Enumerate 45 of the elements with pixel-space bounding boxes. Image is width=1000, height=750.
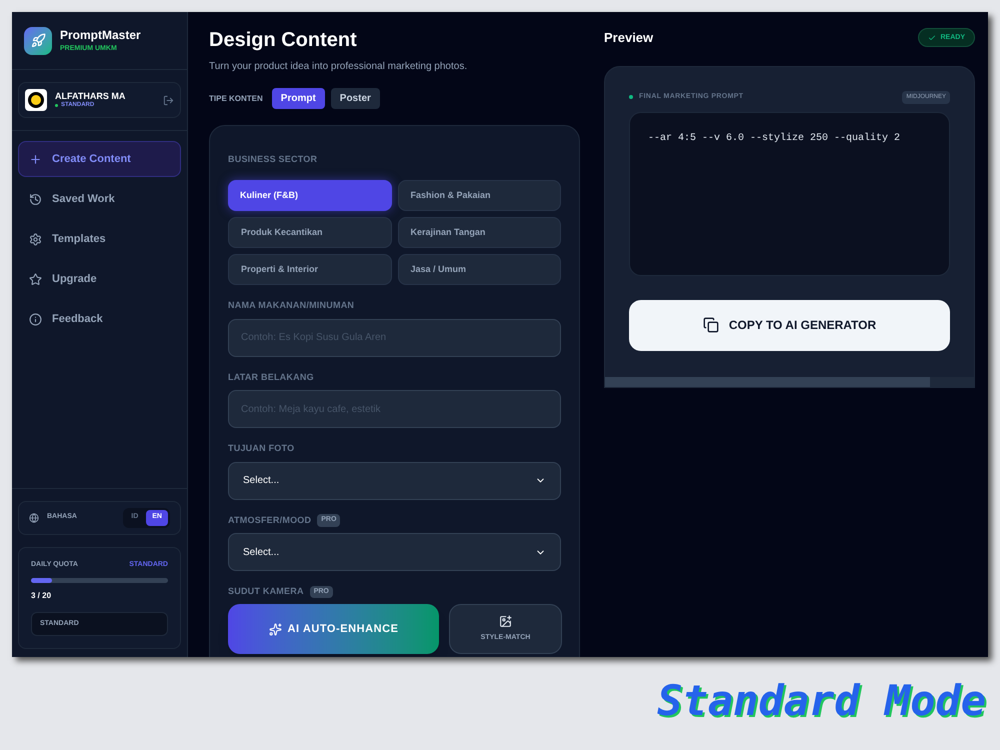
sector-option[interactable]: Properti & Interior	[228, 254, 392, 285]
auto-enhance-button[interactable]: AI AUTO-ENHANCE	[228, 604, 439, 654]
scrollbar[interactable]	[605, 376, 974, 386]
page-subtitle: Turn your product idea into professional marketing photos.	[209, 60, 468, 74]
field-label: NAMA MAKANAN/MINUMAN	[228, 299, 354, 312]
content-type-tab[interactable]: Poster	[330, 88, 380, 109]
sparkle-icon	[268, 622, 282, 636]
info-icon	[29, 312, 42, 326]
prompt-text: --ar 4:5 --v 6.0 --stylize 250 --quality 2	[648, 132, 902, 146]
preview-title: Preview	[604, 29, 654, 47]
select-field[interactable]: Select...	[228, 462, 561, 500]
caption: Standard Mode	[657, 675, 986, 727]
content-type-label: TIPE KONTEN	[209, 92, 263, 104]
history-icon	[29, 192, 42, 206]
star-icon	[29, 272, 42, 286]
nav-item[interactable]: Saved Work	[18, 181, 181, 217]
nav-item[interactable]: Feedback	[18, 301, 181, 337]
quota-count: 3 / 20	[31, 590, 52, 602]
plus-icon	[29, 152, 42, 166]
avatar-icon	[25, 89, 47, 111]
copy-button[interactable]: COPY TO AI GENERATOR	[629, 300, 950, 350]
logout-icon[interactable]	[163, 94, 174, 106]
nav-item[interactable]: Create Content	[18, 141, 181, 177]
rocket-logo-icon	[24, 26, 52, 54]
settings-icon	[29, 232, 42, 246]
app-name: PromptMaster	[60, 28, 141, 43]
image-icon	[499, 614, 512, 628]
sector-label: BUSINESS SECTOR	[228, 154, 318, 164]
page-title: Design Content	[209, 28, 358, 53]
user-name: ALFATHARS MA	[55, 90, 126, 102]
sector-option[interactable]: Jasa / Umum	[398, 254, 561, 285]
select-field[interactable]: Select...	[228, 533, 561, 571]
field-label: LATAR BELAKANG	[228, 370, 314, 384]
field-label: TUJUAN FOTO	[228, 442, 294, 455]
sector-option[interactable]: Produk Kecantikan	[228, 217, 392, 248]
sector-option[interactable]: Kuliner (F&B)	[228, 180, 392, 211]
copy-icon	[702, 317, 719, 333]
field-label: SUDUT KAMERA	[228, 585, 304, 598]
sector-option[interactable]: Fashion & Pakaian	[398, 180, 561, 211]
field-label: ATMOSFER/MOOD	[228, 514, 312, 526]
sector-option[interactable]: Kerajinan Tangan	[398, 217, 561, 248]
globe-icon	[29, 512, 39, 522]
nav-item[interactable]: Templates	[18, 221, 181, 257]
content-type-tab[interactable]: Prompt	[272, 88, 325, 109]
nav-item[interactable]: Upgrade	[18, 261, 181, 297]
